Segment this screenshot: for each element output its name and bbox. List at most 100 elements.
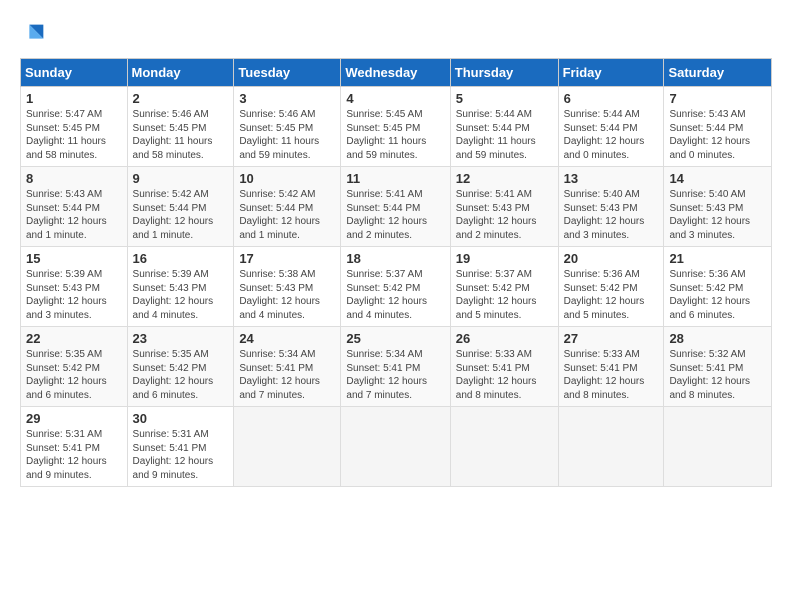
logo-icon <box>20 20 48 48</box>
day-number: 6 <box>564 91 659 106</box>
day-info: Sunrise: 5:46 AM Sunset: 5:45 PM Dayligh… <box>133 108 229 162</box>
calendar-cell: 15 Sunrise: 5:39 AM Sunset: 5:43 PM Dayli… <box>21 247 128 327</box>
calendar-cell: 17 Sunrise: 5:38 AM Sunset: 5:43 PM Dayli… <box>234 247 341 327</box>
calendar-cell: 18Sunrise: 5:37 AM Sunset: 5:42 PM Dayli… <box>341 247 450 327</box>
header-cell-thursday: Thursday <box>450 59 558 87</box>
day-info: Sunrise: 5:38 AM Sunset: 5:43 PM Dayligh… <box>239 268 335 322</box>
day-info: Sunrise: 5:37 AM Sunset: 5:42 PM Dayligh… <box>346 268 444 322</box>
header-row: SundayMondayTuesdayWednesdayThursdayFrid… <box>21 59 772 87</box>
calendar-cell: 2Sunrise: 5:46 AM Sunset: 5:45 PM Daylig… <box>127 87 234 167</box>
day-info: Sunrise: 5:33 AM Sunset: 5:41 PM Dayligh… <box>564 348 659 402</box>
day-number: 19 <box>456 251 553 266</box>
day-info: Sunrise: 5:42 AM Sunset: 5:44 PM Dayligh… <box>239 188 335 242</box>
logo <box>20 20 50 48</box>
calendar-cell: 14 Sunrise: 5:40 AM Sunset: 5:43 PM Dayli… <box>664 167 772 247</box>
day-info: Sunrise: 5:41 AM Sunset: 5:43 PM Dayligh… <box>456 188 553 242</box>
day-number: 25 <box>346 331 444 346</box>
day-number: 15 <box>26 251 122 266</box>
day-info: Sunrise: 5:47 AM Sunset: 5:45 PM Dayligh… <box>26 108 122 162</box>
calendar-cell: 16 Sunrise: 5:39 AM Sunset: 5:43 PM Dayli… <box>127 247 234 327</box>
day-info: Sunrise: 5:45 AM Sunset: 5:45 PM Dayligh… <box>346 108 444 162</box>
page-header <box>20 20 772 48</box>
day-info: Sunrise: 5:32 AM Sunset: 5:41 PM Dayligh… <box>669 348 766 402</box>
calendar-cell: 3 Sunrise: 5:46 AM Sunset: 5:45 PM Daylig… <box>234 87 341 167</box>
calendar-cell: 19 Sunrise: 5:37 AM Sunset: 5:42 PM Dayli… <box>450 247 558 327</box>
day-number: 12 <box>456 171 553 186</box>
day-number: 17 <box>239 251 335 266</box>
day-number: 16 <box>133 251 229 266</box>
day-info: Sunrise: 5:46 AM Sunset: 5:45 PM Dayligh… <box>239 108 335 162</box>
calendar-cell: 12 Sunrise: 5:41 AM Sunset: 5:43 PM Dayli… <box>450 167 558 247</box>
day-info: Sunrise: 5:42 AM Sunset: 5:44 PM Dayligh… <box>133 188 229 242</box>
calendar-cell: 23 Sunrise: 5:35 AM Sunset: 5:42 PM Dayli… <box>127 327 234 407</box>
day-info: Sunrise: 5:31 AM Sunset: 5:41 PM Dayligh… <box>26 428 122 482</box>
day-number: 30 <box>133 411 229 426</box>
calendar-header: SundayMondayTuesdayWednesdayThursdayFrid… <box>21 59 772 87</box>
calendar-cell: 6 Sunrise: 5:44 AM Sunset: 5:44 PM Daylig… <box>558 87 664 167</box>
calendar-week-row: 15 Sunrise: 5:39 AM Sunset: 5:43 PM Dayli… <box>21 247 772 327</box>
calendar-cell: 29 Sunrise: 5:31 AM Sunset: 5:41 PM Dayli… <box>21 407 128 487</box>
day-number: 29 <box>26 411 122 426</box>
day-info: Sunrise: 5:44 AM Sunset: 5:44 PM Dayligh… <box>564 108 659 162</box>
calendar-cell: 25 Sunrise: 5:34 AM Sunset: 5:41 PM Dayli… <box>341 327 450 407</box>
day-number: 21 <box>669 251 766 266</box>
header-cell-friday: Friday <box>558 59 664 87</box>
day-number: 26 <box>456 331 553 346</box>
calendar-cell <box>234 407 341 487</box>
day-info: Sunrise: 5:40 AM Sunset: 5:43 PM Dayligh… <box>669 188 766 242</box>
header-cell-monday: Monday <box>127 59 234 87</box>
day-number: 11 <box>346 171 444 186</box>
day-info: Sunrise: 5:33 AM Sunset: 5:41 PM Dayligh… <box>456 348 553 402</box>
day-info: Sunrise: 5:43 AM Sunset: 5:44 PM Dayligh… <box>669 108 766 162</box>
day-info: Sunrise: 5:35 AM Sunset: 5:42 PM Dayligh… <box>133 348 229 402</box>
calendar-cell: 26 Sunrise: 5:33 AM Sunset: 5:41 PM Dayli… <box>450 327 558 407</box>
calendar-cell: 11 Sunrise: 5:41 AM Sunset: 5:44 PM Dayli… <box>341 167 450 247</box>
calendar-week-row: 22Sunrise: 5:35 AM Sunset: 5:42 PM Dayli… <box>21 327 772 407</box>
calendar-cell: 21 Sunrise: 5:36 AM Sunset: 5:42 PM Dayli… <box>664 247 772 327</box>
calendar-cell: 27 Sunrise: 5:33 AM Sunset: 5:41 PM Dayli… <box>558 327 664 407</box>
day-info: Sunrise: 5:34 AM Sunset: 5:41 PM Dayligh… <box>239 348 335 402</box>
day-number: 5 <box>456 91 553 106</box>
calendar-cell: 13 Sunrise: 5:40 AM Sunset: 5:43 PM Dayli… <box>558 167 664 247</box>
calendar-cell: 9 Sunrise: 5:42 AM Sunset: 5:44 PM Daylig… <box>127 167 234 247</box>
calendar-cell: 8 Sunrise: 5:43 AM Sunset: 5:44 PM Daylig… <box>21 167 128 247</box>
day-number: 3 <box>239 91 335 106</box>
day-info: Sunrise: 5:37 AM Sunset: 5:42 PM Dayligh… <box>456 268 553 322</box>
day-number: 23 <box>133 331 229 346</box>
day-info: Sunrise: 5:34 AM Sunset: 5:41 PM Dayligh… <box>346 348 444 402</box>
day-number: 10 <box>239 171 335 186</box>
calendar-cell <box>341 407 450 487</box>
day-info: Sunrise: 5:43 AM Sunset: 5:44 PM Dayligh… <box>26 188 122 242</box>
calendar-cell: 5Sunrise: 5:44 AM Sunset: 5:44 PM Daylig… <box>450 87 558 167</box>
calendar-cell: 22Sunrise: 5:35 AM Sunset: 5:42 PM Dayli… <box>21 327 128 407</box>
day-info: Sunrise: 5:40 AM Sunset: 5:43 PM Dayligh… <box>564 188 659 242</box>
day-info: Sunrise: 5:39 AM Sunset: 5:43 PM Dayligh… <box>26 268 122 322</box>
day-number: 4 <box>346 91 444 106</box>
day-number: 24 <box>239 331 335 346</box>
header-cell-wednesday: Wednesday <box>341 59 450 87</box>
day-number: 8 <box>26 171 122 186</box>
calendar-cell: 28Sunrise: 5:32 AM Sunset: 5:41 PM Dayli… <box>664 327 772 407</box>
day-number: 14 <box>669 171 766 186</box>
day-info: Sunrise: 5:41 AM Sunset: 5:44 PM Dayligh… <box>346 188 444 242</box>
day-info: Sunrise: 5:31 AM Sunset: 5:41 PM Dayligh… <box>133 428 229 482</box>
calendar-table: SundayMondayTuesdayWednesdayThursdayFrid… <box>20 58 772 487</box>
day-number: 9 <box>133 171 229 186</box>
calendar-body: 1 Sunrise: 5:47 AM Sunset: 5:45 PM Daylig… <box>21 87 772 487</box>
day-number: 1 <box>26 91 122 106</box>
calendar-week-row: 8 Sunrise: 5:43 AM Sunset: 5:44 PM Daylig… <box>21 167 772 247</box>
day-info: Sunrise: 5:35 AM Sunset: 5:42 PM Dayligh… <box>26 348 122 402</box>
day-number: 27 <box>564 331 659 346</box>
calendar-cell: 20Sunrise: 5:36 AM Sunset: 5:42 PM Dayli… <box>558 247 664 327</box>
calendar-cell: 30 Sunrise: 5:31 AM Sunset: 5:41 PM Dayli… <box>127 407 234 487</box>
calendar-cell: 1 Sunrise: 5:47 AM Sunset: 5:45 PM Daylig… <box>21 87 128 167</box>
day-info: Sunrise: 5:39 AM Sunset: 5:43 PM Dayligh… <box>133 268 229 322</box>
day-number: 13 <box>564 171 659 186</box>
calendar-cell: 24 Sunrise: 5:34 AM Sunset: 5:41 PM Dayli… <box>234 327 341 407</box>
calendar-cell <box>558 407 664 487</box>
calendar-week-row: 29 Sunrise: 5:31 AM Sunset: 5:41 PM Dayli… <box>21 407 772 487</box>
calendar-cell: 7Sunrise: 5:43 AM Sunset: 5:44 PM Daylig… <box>664 87 772 167</box>
header-cell-sunday: Sunday <box>21 59 128 87</box>
day-number: 20 <box>564 251 659 266</box>
day-info: Sunrise: 5:36 AM Sunset: 5:42 PM Dayligh… <box>669 268 766 322</box>
